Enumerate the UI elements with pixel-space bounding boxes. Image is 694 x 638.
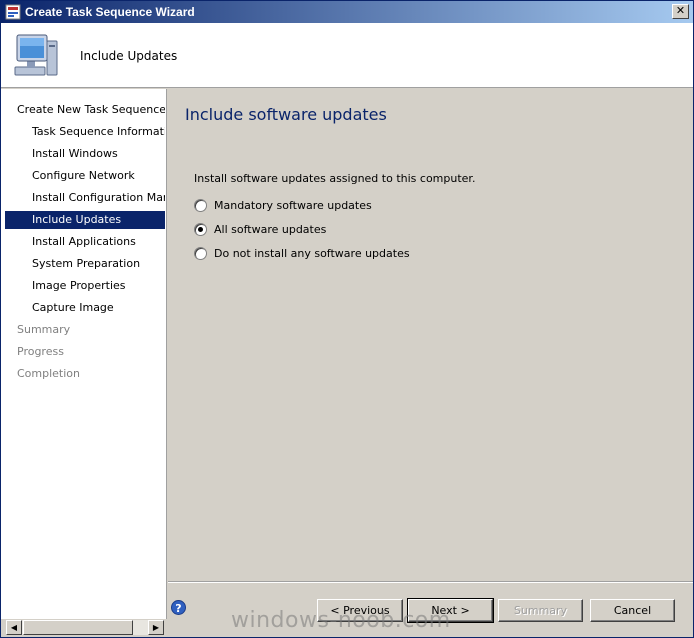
nav-image-properties[interactable]: Image Properties [5,277,165,295]
radio-label[interactable]: Mandatory software updates [214,199,372,212]
scroll-thumb[interactable] [23,620,133,635]
nav-create-new-task-sequence[interactable]: Create New Task Sequence [5,101,165,119]
title-bar[interactable]: Create Task Sequence Wizard ✕ [1,1,693,23]
help-icon[interactable]: ? [171,600,186,615]
nav-include-updates[interactable]: Include Updates [5,211,165,229]
nav-progress: Progress [17,345,64,358]
nav-summary: Summary [17,323,71,336]
summary-button: Summary [498,599,583,622]
nav-completion: Completion [17,367,81,380]
wizard-app-icon [5,4,21,20]
wizard-content-pane: Include software updates Install softwar… [168,89,693,581]
nav-install-configuration-manager[interactable]: Install Configuration Manag [5,189,165,207]
radio-label[interactable]: Do not install any software updates [214,247,410,260]
footer-divider [168,581,693,583]
nav-install-windows[interactable]: Install Windows [5,145,165,163]
option-all-updates[interactable]: All software updates [194,221,326,237]
nav-install-applications[interactable]: Install Applications [5,233,165,251]
option-no-updates[interactable]: Do not install any software updates [194,245,410,261]
scroll-left-icon: ◀ [10,623,18,632]
scroll-left-button[interactable]: ◀ [6,620,22,635]
wizard-window: Create Task Sequence Wizard ✕ Include Up… [0,0,694,638]
watermark-text: windows-noob.com [231,608,451,633]
close-icon: ✕ [675,4,686,17]
header-step-title: Include Updates [80,49,178,63]
nav-system-preparation[interactable]: System Preparation [5,255,165,273]
wizard-step-list: Create New Task Sequence Task Sequence I… [1,89,167,619]
radio-label[interactable]: All software updates [214,223,326,236]
radio-all-updates[interactable] [194,222,207,236]
nav-task-sequence-information[interactable]: Task Sequence Information [5,123,165,141]
sidebar-horizontal-scrollbar[interactable]: ◀ ▶ [5,619,165,636]
window-title: Create Task Sequence Wizard [25,5,195,19]
scroll-right-button[interactable]: ▶ [148,620,164,635]
scroll-right-icon: ▶ [152,623,160,632]
radio-no-updates[interactable] [194,246,207,260]
close-button[interactable]: ✕ [672,4,689,19]
page-title: Include software updates [185,105,387,124]
nav-configure-network[interactable]: Configure Network [5,167,165,185]
instruction-text: Install software updates assigned to thi… [194,172,476,185]
option-mandatory-updates[interactable]: Mandatory software updates [194,197,372,213]
wizard-header: Include Updates [1,23,693,88]
radio-mandatory-updates[interactable] [194,198,207,212]
cancel-button[interactable]: Cancel [590,599,675,622]
computer-monitor-icon [14,34,58,76]
nav-capture-image[interactable]: Capture Image [5,299,165,317]
